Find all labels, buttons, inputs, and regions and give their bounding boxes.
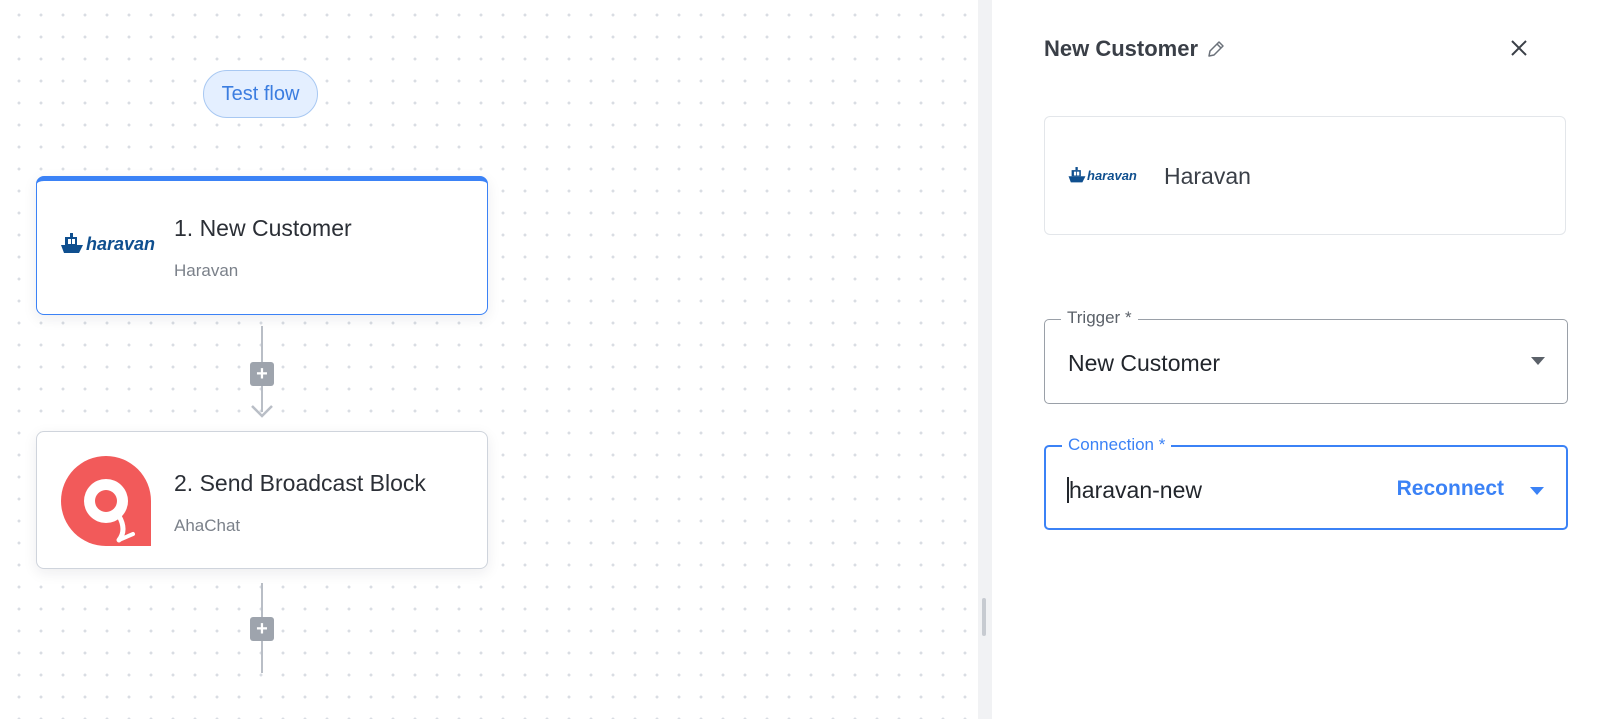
step-app-name: AhaChat	[174, 516, 241, 535]
haravan-logo: haravan	[1067, 167, 1137, 184]
resize-handle[interactable]	[982, 598, 986, 636]
connection-select[interactable]: Connection * haravan-new Reconnect	[1044, 435, 1568, 530]
chevron-down-icon[interactable]	[1531, 357, 1545, 365]
add-step-button[interactable]: +	[250, 617, 274, 641]
reconnect-button[interactable]: Reconnect	[1397, 477, 1504, 501]
haravan-ship-icon	[61, 233, 83, 253]
panel-title-text: New Customer	[1044, 36, 1199, 61]
panel-splitter[interactable]	[978, 0, 992, 719]
step-settings-panel: New Customer haravan Haravan Trigger * N…	[992, 0, 1600, 719]
ahachat-icon	[61, 456, 151, 546]
step-card-send-broadcast[interactable]: 2. Send Broadcast Block AhaChat	[36, 431, 488, 569]
flow-canvas[interactable]: Test flow haravan 1. New Customer Harava…	[0, 0, 978, 719]
trigger-select[interactable]: Trigger * New Customer	[1044, 308, 1568, 404]
close-icon[interactable]	[1508, 37, 1530, 59]
arrow-down-icon	[251, 405, 273, 418]
connection-label: Connection *	[1062, 435, 1172, 455]
step-title: 1. New Customer	[174, 215, 352, 241]
haravan-logo-text: haravan	[1087, 168, 1137, 183]
step-card-new-customer[interactable]: haravan 1. New Customer Haravan	[36, 176, 488, 315]
connection-value[interactable]: haravan-new	[1069, 477, 1202, 504]
ahachat-logo	[61, 456, 151, 546]
haravan-logo: haravan	[59, 233, 155, 255]
panel-title: New Customer	[1044, 36, 1226, 62]
pencil-icon[interactable]	[1206, 39, 1226, 59]
app-name: Haravan	[1164, 163, 1251, 189]
add-step-button[interactable]: +	[250, 362, 274, 386]
step-app-name: Haravan	[174, 261, 239, 280]
app-selector[interactable]: haravan Haravan	[1044, 116, 1566, 235]
chevron-down-icon[interactable]	[1530, 487, 1544, 495]
haravan-logo-text: haravan	[86, 233, 156, 254]
step-title: 2. Send Broadcast Block	[174, 470, 426, 496]
trigger-value: New Customer	[1068, 350, 1221, 376]
test-flow-button[interactable]: Test flow	[203, 70, 318, 118]
haravan-ship-icon	[1068, 167, 1086, 183]
trigger-label: Trigger *	[1061, 308, 1138, 328]
